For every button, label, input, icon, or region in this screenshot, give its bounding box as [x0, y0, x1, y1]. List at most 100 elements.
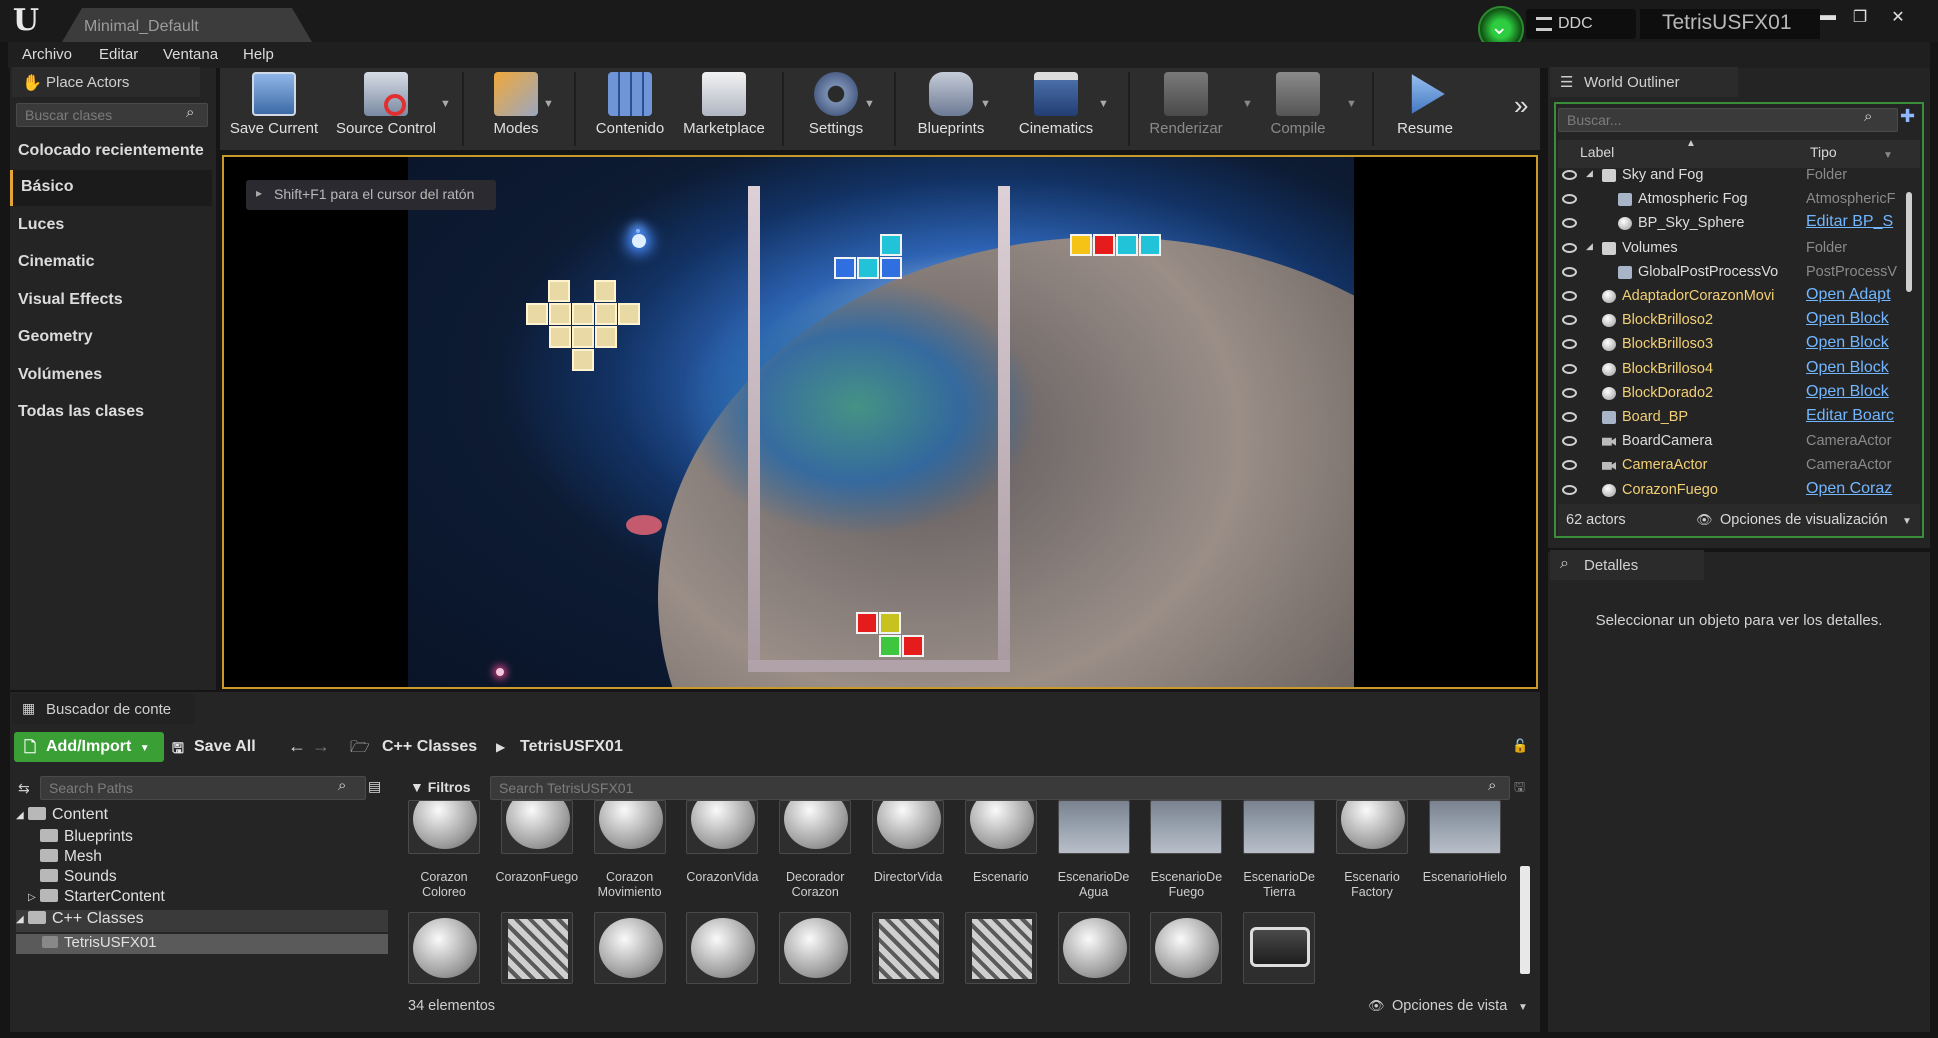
- outliner-row-type-link[interactable]: Open Coraz: [1806, 480, 1898, 498]
- outliner-row[interactable]: CorazonFuego Open Coraz: [1558, 479, 1908, 503]
- source-control-dropdown-icon[interactable]: ▼: [440, 98, 451, 110]
- save-all-button[interactable]: 🖫 Save All: [172, 738, 256, 756]
- outliner-row[interactable]: BoardCamera CameraActor: [1558, 430, 1908, 454]
- blueprints-button[interactable]: Blueprints: [906, 72, 996, 148]
- category-geometry[interactable]: Geometry: [10, 320, 212, 356]
- asset-tile[interactable]: [1336, 800, 1408, 854]
- visibility-eye-icon[interactable]: [1562, 387, 1577, 398]
- category-basic[interactable]: Básico: [10, 170, 212, 206]
- view-options-button[interactable]: Opciones de vista: [1392, 998, 1507, 1014]
- asset-tile[interactable]: [964, 912, 1037, 984]
- tree-item-mesh[interactable]: Mesh: [40, 848, 388, 868]
- asset-search-input[interactable]: Search TetrisUSFX01: [490, 776, 1510, 800]
- outliner-row[interactable]: BP_Sky_Sphere Editar BP_S: [1558, 212, 1908, 236]
- content-browser-tab[interactable]: ▦ Buscador de conte: [12, 694, 194, 724]
- asset-tile[interactable]: [1243, 800, 1316, 854]
- asset-tile[interactable]: [1150, 912, 1223, 984]
- visibility-eye-icon[interactable]: [1562, 484, 1577, 495]
- filters-button[interactable]: ▼ Filtros ▼: [404, 776, 484, 811]
- add-import-button[interactable]: 🗋 Add/Import ▼: [14, 732, 164, 762]
- place-actors-tab[interactable]: ✋ Place Actors: [12, 67, 200, 97]
- asset-grid-scrollbar[interactable]: [1520, 866, 1530, 974]
- asset-tile[interactable]: [593, 800, 666, 854]
- compile-dropdown-icon[interactable]: ▼: [1346, 98, 1357, 110]
- asset-tile[interactable]: [779, 800, 852, 854]
- category-recent[interactable]: Colocado recientemente: [10, 134, 212, 170]
- expanded-arrow-icon[interactable]: ◢: [1586, 241, 1593, 252]
- add-actor-icon[interactable]: ✚: [1900, 106, 1915, 127]
- category-cinematic[interactable]: Cinematic: [10, 245, 212, 281]
- asset-tile[interactable]: [779, 912, 852, 984]
- restore-button[interactable]: ❐: [1844, 7, 1876, 29]
- asset-tile[interactable]: [686, 912, 759, 984]
- visibility-eye-icon[interactable]: [1562, 266, 1577, 277]
- outliner-row[interactable]: ◢ Volumes Folder: [1558, 237, 1908, 261]
- category-lights[interactable]: Luces: [10, 208, 212, 244]
- outliner-row[interactable]: ◢ Sky and Fog Folder: [1558, 164, 1908, 188]
- menu-help[interactable]: Help: [243, 46, 274, 63]
- asset-tile[interactable]: [593, 912, 666, 984]
- source-control-button[interactable]: Source Control: [330, 72, 442, 148]
- asset-tile[interactable]: [1057, 800, 1130, 854]
- asset-tile[interactable]: [1057, 912, 1130, 984]
- tree-item-cpp-classes[interactable]: ◢ C++ Classes: [16, 910, 388, 932]
- column-type[interactable]: Tipo: [1810, 144, 1837, 160]
- modes-dropdown-icon[interactable]: ▼: [543, 98, 554, 110]
- outliner-view-options[interactable]: Opciones de visualización: [1720, 512, 1888, 528]
- visibility-eye-icon[interactable]: [1562, 194, 1577, 205]
- outliner-row-type-link[interactable]: Open Block: [1806, 334, 1898, 352]
- outliner-row-type-link[interactable]: Editar Boarc: [1806, 407, 1898, 425]
- menu-ventana[interactable]: Ventana: [163, 46, 218, 63]
- build-dropdown-icon[interactable]: ▼: [1242, 98, 1253, 110]
- expanded-arrow-icon[interactable]: ◢: [1586, 168, 1593, 179]
- tree-item-content[interactable]: ◢ Content: [16, 806, 388, 828]
- asset-tile[interactable]: [686, 800, 759, 854]
- compile-button[interactable]: Compile: [1254, 72, 1342, 148]
- column-options-icon[interactable]: ▼: [1883, 150, 1893, 161]
- map-tab[interactable]: Minimal_Default: [62, 8, 312, 42]
- visibility-eye-icon[interactable]: [1562, 242, 1577, 253]
- asset-tile[interactable]: [872, 912, 944, 984]
- search-paths-input[interactable]: Search Paths: [40, 776, 366, 800]
- cinematics-button[interactable]: Cinematics: [1012, 72, 1100, 148]
- outliner-row[interactable]: Board_BP Editar Boarc: [1558, 406, 1908, 430]
- forward-arrow-icon[interactable]: →: [312, 736, 330, 757]
- blueprints-dropdown-icon[interactable]: ▼: [980, 98, 991, 110]
- tree-item-blueprints[interactable]: Blueprints: [40, 828, 388, 848]
- outliner-row-type-link[interactable]: Editar BP_S: [1806, 213, 1898, 231]
- outliner-row-type-link[interactable]: Open Block: [1806, 359, 1898, 377]
- visibility-eye-icon[interactable]: [1562, 315, 1577, 326]
- marketplace-button[interactable]: Marketplace: [678, 72, 770, 148]
- visibility-eye-icon[interactable]: [1562, 412, 1577, 422]
- outliner-row-type-link[interactable]: Open Block: [1806, 383, 1898, 401]
- toolbar-overflow-button[interactable]: »: [1514, 90, 1528, 121]
- settings-dropdown-icon[interactable]: ▼: [864, 98, 875, 110]
- visibility-eye-icon[interactable]: [1562, 218, 1577, 229]
- save-current-button[interactable]: Save Current: [226, 72, 322, 148]
- category-volumes[interactable]: Volúmenes: [10, 358, 212, 394]
- asset-tile[interactable]: [500, 800, 573, 854]
- outliner-row[interactable]: BlockBrilloso3 Open Block: [1558, 333, 1908, 357]
- outliner-search-input[interactable]: Buscar...: [1558, 108, 1898, 132]
- asset-tile[interactable]: [500, 912, 573, 984]
- tree-item-tetrisusfx01[interactable]: TetrisUSFX01: [16, 934, 388, 954]
- save-search-icon[interactable]: 🖫: [1514, 778, 1525, 800]
- settings-button[interactable]: Settings: [796, 72, 876, 148]
- outliner-row[interactable]: Atmospheric Fog AtmosphericF: [1558, 188, 1908, 212]
- breadcrumb-cpp-classes[interactable]: C++ Classes: [382, 738, 477, 756]
- visibility-eye-icon[interactable]: [1562, 170, 1577, 180]
- visibility-eye-icon[interactable]: [1562, 339, 1577, 350]
- breadcrumb-tetrisusfx01[interactable]: TetrisUSFX01: [520, 738, 623, 756]
- modes-button[interactable]: Modes: [476, 72, 556, 148]
- content-button[interactable]: Contenido: [586, 72, 674, 148]
- tree-item-startercontent[interactable]: ▷ StarterContent: [28, 888, 388, 908]
- resume-button[interactable]: Resume: [1382, 72, 1468, 148]
- class-search-input[interactable]: Buscar clases: [16, 103, 208, 127]
- visibility-eye-icon[interactable]: [1562, 363, 1577, 374]
- details-tab[interactable]: ⌕ Detalles: [1550, 550, 1704, 580]
- category-all-classes[interactable]: Todas las clases: [10, 395, 212, 431]
- tree-item-sounds[interactable]: Sounds: [40, 868, 388, 888]
- lock-icon[interactable]: 🔓: [1512, 738, 1528, 754]
- visibility-eye-icon[interactable]: [1562, 291, 1577, 301]
- outliner-row[interactable]: BlockDorado2 Open Block: [1558, 382, 1908, 406]
